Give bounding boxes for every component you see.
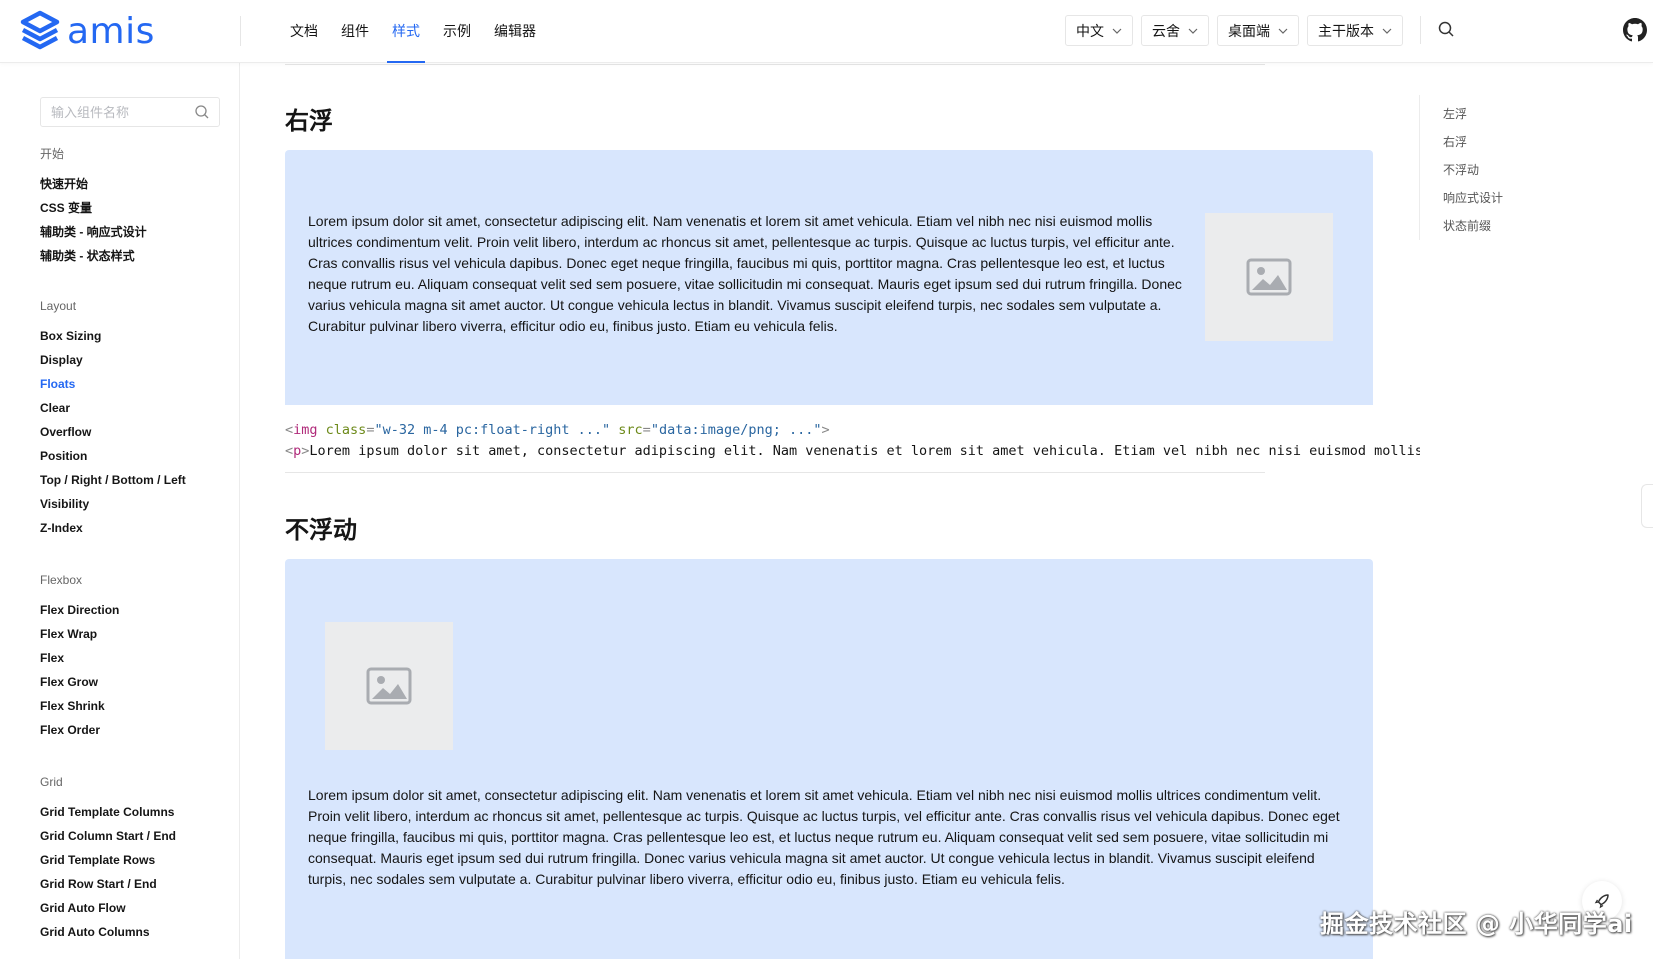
- main-content: 右浮 Lorem ipsum dolor sit amet, consectet…: [240, 63, 1420, 959]
- toc-item-state-prefix[interactable]: 状态前缀: [1443, 217, 1491, 234]
- code-punc: =: [642, 422, 651, 438]
- code-string: "w-32 m-4 pc:float-right ...": [374, 422, 611, 438]
- table-of-contents: 左浮 右浮 不浮动 响应式设计 状态前缀: [1419, 95, 1559, 240]
- chevron-down-icon: [1382, 28, 1392, 34]
- sidebar-item-position[interactable]: Position: [40, 449, 87, 463]
- platform-select[interactable]: 桌面端: [1217, 15, 1299, 46]
- theme-select[interactable]: 云舍: [1141, 15, 1209, 46]
- language-select[interactable]: 中文: [1065, 15, 1133, 46]
- sidebar-item-clear[interactable]: Clear: [40, 401, 70, 415]
- placeholder-image: [1205, 213, 1333, 341]
- code-attr: class: [317, 422, 367, 438]
- image-icon: [1246, 258, 1292, 296]
- code-attr: src: [610, 422, 643, 438]
- sidebar-item-grid-row-start-end[interactable]: Grid Row Start / End: [40, 877, 157, 891]
- github-icon[interactable]: [1623, 18, 1647, 42]
- sidebar-item-grid-template-columns[interactable]: Grid Template Columns: [40, 805, 174, 819]
- side-drawer-tab[interactable]: [1641, 484, 1653, 528]
- code-tag: img: [293, 422, 318, 438]
- version-select-value: 主干版本: [1318, 22, 1374, 39]
- component-search-input[interactable]: [41, 104, 186, 120]
- header-selects: 中文 云舍 桌面端 主干版本: [1065, 15, 1411, 46]
- code-punc: <: [285, 443, 294, 459]
- group-title-start: 开始: [40, 147, 65, 161]
- code-text: Lorem ipsum dolor sit amet, consectetur …: [309, 443, 1420, 459]
- section-title-no-float: 不浮动: [285, 516, 357, 544]
- sidebar-item-flex-order[interactable]: Flex Order: [40, 723, 100, 737]
- sidebar-item-quickstart[interactable]: 快速开始: [40, 175, 88, 192]
- top-nav: 文档 组件 样式 示例 编辑器: [290, 0, 559, 63]
- sidebar-item-overflow[interactable]: Overflow: [40, 425, 91, 439]
- section-title-float-right: 右浮: [285, 107, 333, 135]
- sidebar-item-display[interactable]: Display: [40, 353, 83, 367]
- sidebar-item-flex-grow[interactable]: Flex Grow: [40, 675, 98, 689]
- version-select[interactable]: 主干版本: [1307, 15, 1403, 46]
- divider: [285, 64, 1265, 65]
- demo-no-float: Lorem ipsum dolor sit amet, consectetur …: [285, 559, 1373, 959]
- nav-components[interactable]: 组件: [341, 0, 369, 63]
- code-line-img: <img class = "w-32 m-4 pc:float-right ..."…: [285, 420, 830, 441]
- sidebar-item-floats[interactable]: Floats: [40, 377, 75, 391]
- chevron-down-icon: [1278, 28, 1288, 34]
- sidebar-item-flex-wrap[interactable]: Flex Wrap: [40, 627, 97, 641]
- language-select-value: 中文: [1076, 22, 1104, 39]
- code-punc: <: [285, 422, 294, 438]
- theme-select-value: 云舍: [1152, 22, 1180, 39]
- platform-select-value: 桌面端: [1228, 22, 1270, 39]
- sidebar-item-grid-auto-flow[interactable]: Grid Auto Flow: [40, 901, 126, 915]
- toc-item-float-right[interactable]: 右浮: [1443, 133, 1467, 150]
- sidebar-item-visibility[interactable]: Visibility: [40, 497, 89, 511]
- sidebar-item-grid-column-start-end[interactable]: Grid Column Start / End: [40, 829, 176, 843]
- sidebar-item-box-sizing[interactable]: Box Sizing: [40, 329, 101, 343]
- amis-logo[interactable]: amis: [19, 10, 155, 52]
- placeholder-image: [325, 622, 453, 750]
- group-title-flexbox: Flexbox: [40, 573, 83, 587]
- search-icon[interactable]: [194, 104, 210, 120]
- group-title-grid: Grid: [40, 775, 63, 789]
- code-string: "data:image/png; ...": [650, 422, 822, 438]
- nav-docs[interactable]: 文档: [290, 0, 318, 63]
- divider: [285, 472, 1265, 473]
- watermark: 掘金技术社区 @ 小华同学ai: [1320, 910, 1633, 938]
- top-header: amis 文档 组件 样式 示例 编辑器 中文 云舍 桌面端 主干版本: [0, 0, 1653, 63]
- header-divider: [240, 16, 241, 46]
- demo-paragraph: Lorem ipsum dolor sit amet, consectetur …: [308, 787, 1340, 887]
- sidebar-item-responsive[interactable]: 辅助类 - 响应式设计: [40, 223, 147, 240]
- sidebar-item-z-index[interactable]: Z-Index: [40, 521, 83, 535]
- sidebar-item-flex-direction[interactable]: Flex Direction: [40, 603, 119, 617]
- sidebar-item-grid-template-rows[interactable]: Grid Template Rows: [40, 853, 155, 867]
- sidebar-item-state[interactable]: 辅助类 - 状态样式: [40, 247, 135, 264]
- image-icon: [366, 667, 412, 705]
- sidebar: 开始 快速开始 CSS 变量 辅助类 - 响应式设计 辅助类 - 状态样式 La…: [0, 63, 240, 959]
- sidebar-search: [40, 97, 220, 127]
- nav-examples[interactable]: 示例: [443, 0, 471, 63]
- sidebar-item-trbl[interactable]: Top / Right / Bottom / Left: [40, 473, 186, 487]
- nav-styles[interactable]: 样式: [387, 0, 425, 63]
- sidebar-item-css-vars[interactable]: CSS 变量: [40, 199, 92, 216]
- code-punc: >: [821, 422, 830, 438]
- sidebar-item-grid-auto-columns[interactable]: Grid Auto Columns: [40, 925, 150, 939]
- amis-logo-icon: [20, 10, 60, 50]
- toc-item-responsive[interactable]: 响应式设计: [1443, 189, 1503, 206]
- code-line-p: <p>Lorem ipsum dolor sit amet, consectet…: [285, 441, 1420, 462]
- header-divider-right: [1420, 16, 1421, 44]
- chevron-down-icon: [1188, 28, 1198, 34]
- nav-editor[interactable]: 编辑器: [494, 0, 536, 63]
- chevron-down-icon: [1112, 28, 1122, 34]
- demo-paragraph: Lorem ipsum dolor sit amet, consectetur …: [308, 213, 1182, 334]
- logo-text: amis: [67, 10, 155, 52]
- sidebar-item-flex[interactable]: Flex: [40, 651, 64, 665]
- toc-item-float-left[interactable]: 左浮: [1443, 105, 1467, 122]
- sidebar-item-flex-shrink[interactable]: Flex Shrink: [40, 699, 105, 713]
- toc-item-no-float[interactable]: 不浮动: [1443, 161, 1479, 178]
- demo-float-right: Lorem ipsum dolor sit amet, consectetur …: [285, 150, 1373, 405]
- group-title-layout: Layout: [40, 299, 77, 313]
- search-icon[interactable]: [1437, 20, 1455, 38]
